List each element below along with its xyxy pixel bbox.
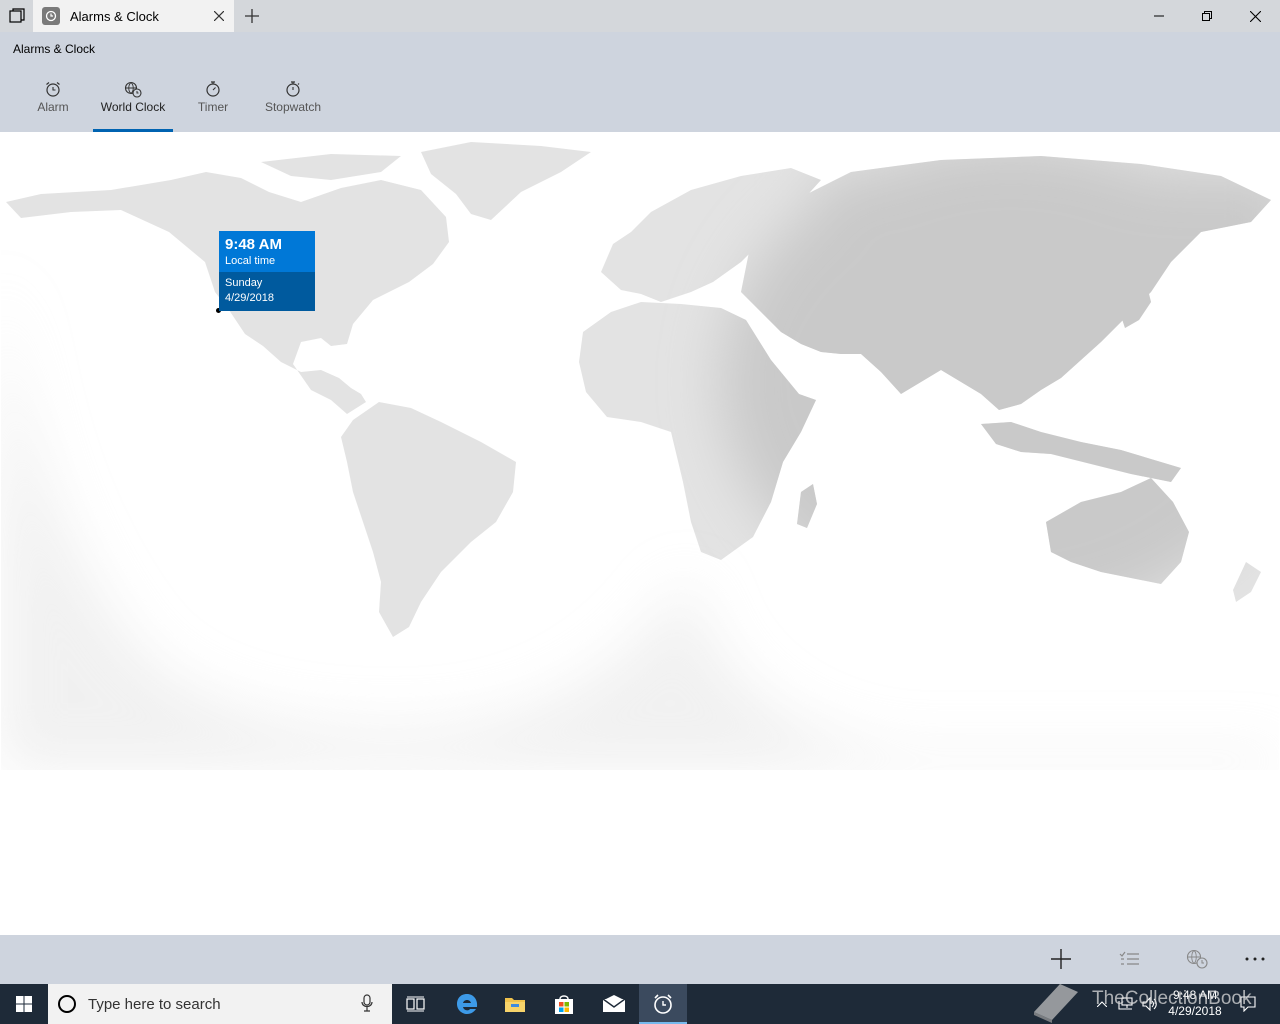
restore-icon <box>1202 11 1212 21</box>
plus-icon <box>245 9 259 23</box>
file-explorer-icon <box>505 998 525 1012</box>
tab-timer-label: Timer <box>197 100 229 114</box>
minimize-icon <box>1154 15 1164 17</box>
task-view-button[interactable] <box>392 984 440 1024</box>
tab-overview-icon <box>9 8 25 23</box>
taskbar-store[interactable] <box>540 984 588 1024</box>
cortana-icon <box>58 995 76 1013</box>
tab-timer[interactable]: Timer <box>193 80 233 132</box>
local-time-label: Local time <box>225 255 276 267</box>
taskbar-mail[interactable] <box>590 984 638 1024</box>
restore-button[interactable] <box>1184 0 1230 32</box>
taskbar-search-box[interactable]: Type here to search <box>48 984 392 1024</box>
tab-stopwatch-label: Stopwatch <box>264 100 322 114</box>
taskbar-edge[interactable] <box>443 984 491 1024</box>
taskbar-clock[interactable]: 9:48 AM 4/29/2018 <box>1160 987 1230 1019</box>
world-map-graphic <box>1 142 1279 770</box>
select-button[interactable] <box>1109 943 1149 975</box>
local-date-block: Sunday 4/29/2018 <box>219 272 315 311</box>
close-icon <box>1249 10 1261 22</box>
tab-alarm-label: Alarm <box>37 100 69 114</box>
edge-icon <box>457 994 478 1014</box>
select-icon <box>1119 951 1139 965</box>
local-time-card-header: 9:48 AM Local time <box>219 231 315 272</box>
world-map[interactable] <box>1 132 1279 770</box>
tab-title: Alarms & Clock <box>70 9 159 24</box>
tab-world-clock[interactable]: World Clock <box>93 80 173 132</box>
local-time-card[interactable]: 9:48 AM Local time Sunday 4/29/2018 <box>219 231 315 311</box>
network-icon <box>1118 997 1133 1010</box>
local-day: Sunday <box>225 277 263 289</box>
app-tab[interactable]: Alarms & Clock <box>33 0 234 32</box>
volume-icon <box>1142 997 1157 1011</box>
taskbar-alarms-clock[interactable] <box>639 984 687 1024</box>
microphone-icon[interactable] <box>361 994 373 1012</box>
tab-overview-button[interactable] <box>2 2 32 30</box>
taskbar: Type here to search 9:48 AM 4/29/2018 <box>0 984 1280 1024</box>
close-window-button[interactable] <box>1232 0 1278 32</box>
add-icon <box>1051 949 1071 969</box>
tab-world-clock-label: World Clock <box>100 100 166 114</box>
task-view-icon <box>406 996 425 1012</box>
tab-stopwatch[interactable]: Stopwatch <box>263 80 323 132</box>
timer-icon <box>206 81 220 97</box>
store-icon <box>555 995 573 1014</box>
app-header: Alarms & Clock Alarm World Clock Timer S… <box>0 32 1280 132</box>
notification-icon <box>1240 996 1256 1012</box>
local-time: 9:48 AM <box>225 236 282 253</box>
compare-button[interactable] <box>1177 943 1217 975</box>
taskbar-date: 4/29/2018 <box>1168 1004 1222 1018</box>
taskbar-time: 9:48 AM <box>1172 988 1218 1002</box>
alarm-icon <box>46 82 60 97</box>
title-bar: Alarms & Clock <box>0 0 1280 32</box>
search-placeholder: Type here to search <box>88 996 221 1013</box>
close-icon <box>214 11 224 21</box>
windows-logo-icon <box>16 996 32 1012</box>
alarms-app-icon <box>42 7 60 25</box>
mail-icon <box>602 995 626 1012</box>
show-hidden-icons-button[interactable] <box>1092 984 1112 1024</box>
network-button[interactable] <box>1114 984 1138 1024</box>
more-options-button[interactable] <box>1235 943 1275 975</box>
chevron-up-icon <box>1097 1001 1107 1007</box>
stopwatch-icon <box>286 81 300 97</box>
tab-alarm[interactable]: Alarm <box>33 80 73 132</box>
new-tab-button[interactable] <box>240 4 264 28</box>
close-tab-button[interactable] <box>209 6 229 26</box>
alarms-app-icon <box>654 994 672 1014</box>
content-area <box>0 770 1280 935</box>
app-title: Alarms & Clock <box>13 42 96 56</box>
start-button[interactable] <box>0 984 48 1024</box>
taskbar-file-explorer[interactable] <box>491 984 539 1024</box>
world-clock-icon <box>124 81 142 98</box>
action-center-button[interactable] <box>1234 984 1262 1024</box>
command-bar <box>0 935 1280 984</box>
local-date: 4/29/2018 <box>225 292 274 304</box>
volume-button[interactable] <box>1138 984 1162 1024</box>
minimize-button[interactable] <box>1136 0 1182 32</box>
add-new-clock-button[interactable] <box>1041 943 1081 975</box>
compare-icon <box>1186 949 1208 969</box>
more-icon <box>1245 957 1265 961</box>
